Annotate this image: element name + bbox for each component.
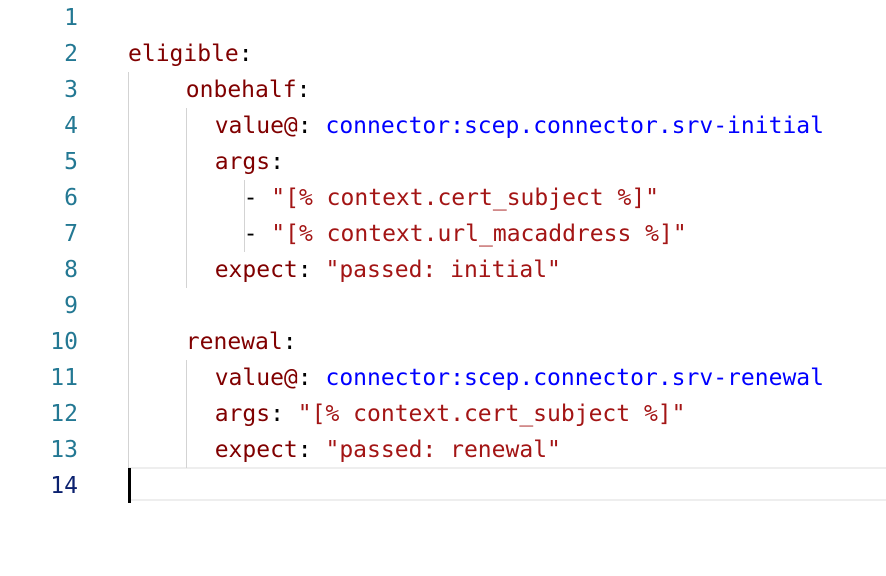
line-number: 12 — [50, 401, 78, 427]
line-number: 8 — [64, 257, 78, 283]
yaml-punctuation: : — [297, 113, 326, 139]
code-line[interactable]: 7 - "[% context.url_macaddress %]" — [0, 216, 886, 252]
yaml-key: args — [214, 149, 271, 175]
code-line[interactable]: 14 — [0, 468, 886, 504]
yaml-string: "[% context.url_macaddress %]" — [271, 221, 687, 247]
yaml-punctuation: - — [243, 185, 272, 211]
yaml-key: expect — [214, 257, 298, 283]
yaml-punctuation: : — [282, 329, 297, 355]
code-line[interactable]: 1 — [0, 0, 886, 36]
line-number: 9 — [64, 293, 78, 319]
code-line[interactable]: 9 — [0, 288, 886, 324]
line-number: 5 — [64, 149, 78, 175]
yaml-key: onbehalf — [185, 77, 297, 103]
yaml-punctuation: : — [297, 257, 326, 283]
code-line[interactable]: 8 expect: "passed: initial" — [0, 252, 886, 288]
line-number: 1 — [64, 5, 78, 31]
code-line[interactable]: 13 expect: "passed: renewal" — [0, 432, 886, 468]
indent-guide — [186, 108, 187, 288]
code-line[interactable]: 3 onbehalf: — [0, 72, 886, 108]
code-editor[interactable]: 1 2 eligible: 3 onbehalf: 4 value@: connector:… — [0, 0, 886, 576]
yaml-punctuation: : — [296, 77, 311, 103]
line-number: 4 — [64, 113, 78, 139]
code-line[interactable]: 12 args: "[% context.cert_subject %]" — [0, 396, 886, 432]
line-content: args: "[% context.cert_subject %]" — [215, 396, 686, 432]
code-line[interactable]: 11 value@: connector:scep.connector.srv-r… — [0, 360, 886, 396]
yaml-string: "passed: renewal" — [325, 437, 561, 463]
line-number: 6 — [64, 185, 78, 211]
code-line[interactable]: 2 eligible: — [0, 36, 886, 72]
yaml-punctuation: : — [238, 41, 253, 67]
yaml-key: renewal — [185, 329, 283, 355]
yaml-key: args — [214, 401, 271, 427]
line-number: 2 — [64, 41, 78, 67]
yaml-punctuation: : — [297, 437, 326, 463]
line-content: value@: connector:scep.connector.srv-ini… — [215, 108, 824, 144]
line-content: value@: connector:scep.connector.srv-ren… — [215, 360, 824, 396]
code-line[interactable]: 6 - "[% context.cert_subject %]" — [0, 180, 886, 216]
line-content: expect: "passed: renewal" — [215, 432, 561, 468]
line-number: 14 — [50, 473, 78, 499]
line-content: eligible: — [128, 36, 253, 72]
yaml-key: expect — [214, 437, 298, 463]
line-content: expect: "passed: initial" — [215, 252, 561, 288]
line-number: 10 — [50, 329, 78, 355]
yaml-key: value@ — [214, 365, 298, 391]
line-content: - "[% context.url_macaddress %]" — [244, 216, 687, 252]
yaml-punctuation: - — [243, 221, 272, 247]
yaml-string: "[% context.cert_subject %]" — [271, 185, 660, 211]
yaml-string: "[% context.cert_subject %]" — [297, 401, 686, 427]
line-number: 13 — [50, 437, 78, 463]
line-number: 7 — [64, 221, 78, 247]
yaml-value: connector:scep.connector.srv-initial — [325, 113, 824, 139]
indent-guide — [244, 180, 245, 252]
text-cursor — [128, 468, 131, 503]
code-line[interactable]: 10 renewal: — [0, 324, 886, 360]
indent-guide — [186, 360, 187, 468]
yaml-punctuation: : — [270, 401, 298, 427]
code-line[interactable]: 5 args: — [0, 144, 886, 180]
line-content: - "[% context.cert_subject %]" — [244, 180, 659, 216]
code-line[interactable]: 4 value@: connector:scep.connector.srv-in… — [0, 108, 886, 144]
yaml-key: value@ — [214, 113, 298, 139]
line-content: renewal: — [186, 324, 297, 360]
yaml-value: connector:scep.connector.srv-renewal — [325, 365, 824, 391]
yaml-punctuation: : — [297, 365, 326, 391]
line-number: 11 — [50, 365, 78, 391]
indent-guide — [128, 72, 129, 468]
line-number: 3 — [64, 77, 78, 103]
yaml-key: eligible — [128, 41, 239, 67]
yaml-punctuation: : — [270, 149, 284, 175]
line-content: onbehalf: — [186, 72, 311, 108]
line-content: args: — [215, 144, 284, 180]
yaml-string: "passed: initial" — [325, 257, 561, 283]
